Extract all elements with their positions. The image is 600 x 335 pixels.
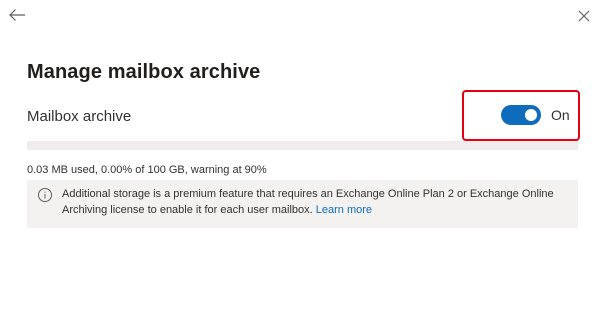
close-button[interactable]: [572, 4, 596, 28]
toggle-state-label: On: [551, 107, 570, 123]
toggle-track[interactable]: [501, 105, 541, 125]
storage-usage-bar: [27, 141, 578, 150]
close-icon: [578, 10, 590, 22]
info-message: Additional storage is a premium feature …: [62, 186, 570, 218]
back-button[interactable]: [4, 2, 30, 28]
back-arrow-icon: [9, 9, 25, 21]
mailbox-archive-toggle[interactable]: On: [501, 105, 570, 125]
learn-more-link[interactable]: Learn more: [316, 204, 372, 216]
info-icon: [38, 188, 52, 202]
toggle-thumb: [525, 109, 537, 121]
panel-title: Manage mailbox archive: [27, 61, 261, 83]
mailbox-archive-label: Mailbox archive: [27, 108, 132, 125]
info-message-box: Additional storage is a premium feature …: [27, 180, 578, 228]
info-message-text: Additional storage is a premium feature …: [62, 188, 554, 216]
storage-usage-text: 0.03 MB used, 0.00% of 100 GB, warning a…: [27, 164, 267, 176]
